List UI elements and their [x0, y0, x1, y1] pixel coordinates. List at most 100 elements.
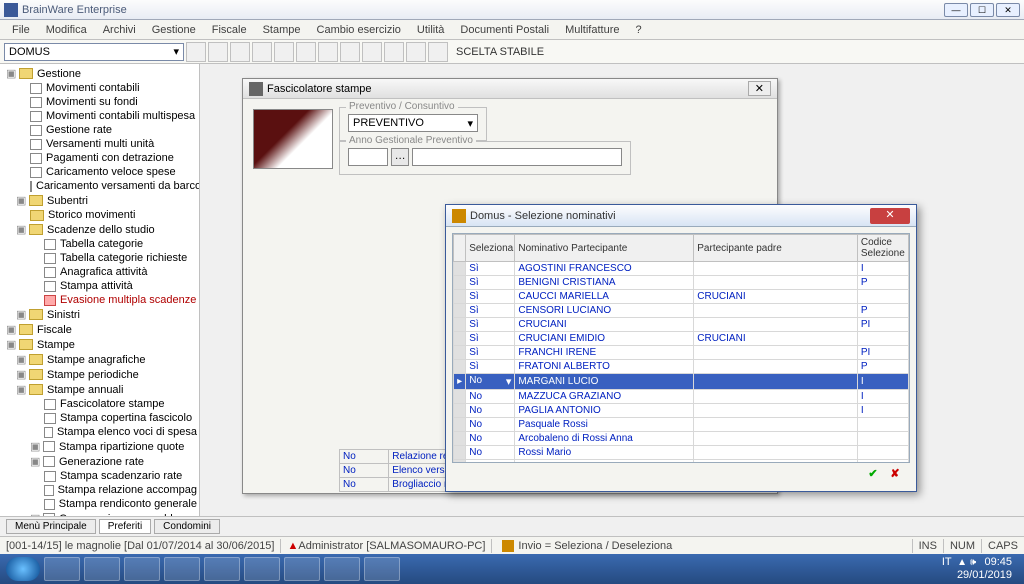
toolbar-btn-4[interactable]: [252, 42, 272, 62]
close-button[interactable]: ✕: [996, 3, 1020, 17]
cell[interactable]: MAZZUCA GRAZIANO: [515, 390, 694, 404]
taskbar-app[interactable]: [84, 557, 120, 581]
cell[interactable]: [694, 346, 858, 360]
cell[interactable]: CRUCIANI: [694, 332, 858, 346]
start-button[interactable]: [6, 557, 40, 581]
toolbar-btn-9[interactable]: [362, 42, 382, 62]
tree-item[interactable]: Tabella categorie: [59, 238, 143, 250]
table-row[interactable]: NoPasquale Rossi: [454, 418, 909, 432]
taskbar-app[interactable]: [204, 557, 240, 581]
menu-gestione[interactable]: Gestione: [144, 24, 204, 36]
taskbar-app[interactable]: [124, 557, 160, 581]
taskbar-app[interactable]: [284, 557, 320, 581]
dialog-close-button[interactable]: ✕: [870, 208, 910, 224]
cell[interactable]: CRUCIANI: [694, 290, 858, 304]
table-row[interactable]: NoMAZZUCA GRAZIANOI: [454, 390, 909, 404]
ok-button[interactable]: ✔: [864, 467, 882, 485]
taskbar-app[interactable]: [44, 557, 80, 581]
cell[interactable]: CAUCCI MARIELLA: [515, 290, 694, 304]
table-row[interactable]: NoPAGLIA ANTONIOI: [454, 404, 909, 418]
nav-tree[interactable]: ▣Gestione Movimenti contabili Movimenti …: [0, 64, 200, 516]
cell[interactable]: [857, 332, 908, 346]
toolbar-btn-1[interactable]: [186, 42, 206, 62]
tree-item[interactable]: Stampa scadenzario rate: [59, 470, 182, 482]
tree-scadenze[interactable]: Scadenze dello studio: [46, 224, 155, 236]
cell[interactable]: I: [857, 404, 908, 418]
toolbar-btn-2[interactable]: [208, 42, 228, 62]
cell[interactable]: No: [466, 446, 515, 460]
tree-item[interactable]: Movimenti contabili multispesa: [45, 110, 195, 122]
menu-utilita[interactable]: Utilità: [409, 24, 453, 36]
cell[interactable]: [694, 418, 858, 432]
cell[interactable]: [694, 374, 858, 390]
cell[interactable]: Rossi Mario: [515, 446, 694, 460]
cell[interactable]: [694, 276, 858, 290]
tree-item[interactable]: Tabella categorie richieste: [59, 252, 187, 264]
toolbar-btn-11[interactable]: [406, 42, 426, 62]
table-row[interactable]: SìBENIGNI CRISTIANAP: [454, 276, 909, 290]
cell[interactable]: Arcobaleno di Rossi Anna: [515, 432, 694, 446]
tree-item[interactable]: Stampe annuali: [46, 384, 123, 396]
menu-documenti[interactable]: Documenti Postali: [452, 24, 557, 36]
tree-item[interactable]: Stampe anagrafiche: [46, 354, 145, 366]
cell[interactable]: P: [857, 360, 908, 374]
cell[interactable]: Sì: [466, 262, 515, 276]
cell[interactable]: CENSORI LUCIANO: [515, 304, 694, 318]
nominativi-grid[interactable]: Seleziona Nominativo Partecipante Partec…: [452, 233, 910, 463]
minimize-button[interactable]: —: [944, 3, 968, 17]
menu-multifatture[interactable]: Multifatture: [557, 24, 627, 36]
menu-cambio[interactable]: Cambio esercizio: [309, 24, 409, 36]
table-row[interactable]: SìCRUCIANI EMIDIOCRUCIANI: [454, 332, 909, 346]
tree-item[interactable]: Stampa relazione accompag: [57, 484, 197, 496]
table-row[interactable]: NoRossi Mario: [454, 446, 909, 460]
menu-stampe[interactable]: Stampe: [255, 24, 309, 36]
toolbar-btn-10[interactable]: [384, 42, 404, 62]
tree-item[interactable]: Convocazione assemblea: [58, 513, 185, 517]
cell[interactable]: [694, 460, 858, 464]
cell[interactable]: No ▾: [466, 374, 515, 390]
taskbar-app[interactable]: [324, 557, 360, 581]
tree-item[interactable]: Anagrafica attività: [59, 266, 147, 278]
fascicolatore-close-button[interactable]: ✕: [748, 81, 771, 96]
toolbar-btn-3[interactable]: [230, 42, 250, 62]
cell[interactable]: MARGANI LUCIO: [515, 374, 694, 390]
taskbar-app[interactable]: [244, 557, 280, 581]
cell[interactable]: Sì: [466, 276, 515, 290]
tree-item[interactable]: Movimenti su fondi: [45, 96, 138, 108]
taskbar-app[interactable]: [164, 557, 200, 581]
cell[interactable]: PI: [857, 460, 908, 464]
tab-menu-principale[interactable]: Menù Principale: [6, 519, 96, 534]
tree-fiscale[interactable]: Fiscale: [36, 324, 72, 336]
cell[interactable]: Sì: [466, 318, 515, 332]
cell[interactable]: Sì: [466, 290, 515, 304]
tree-item[interactable]: Caricamento versamenti da barco: [35, 180, 200, 192]
cell[interactable]: P: [857, 304, 908, 318]
context-combo[interactable]: DOMUS ▾: [4, 43, 184, 61]
cell[interactable]: No: [466, 460, 515, 464]
tree-item[interactable]: Stampa copertina fascicolo: [59, 412, 192, 424]
tree-sinistri[interactable]: Sinistri: [46, 309, 80, 321]
tree-item[interactable]: Pagamenti con detrazione: [45, 152, 174, 164]
cell[interactable]: [857, 290, 908, 304]
table-row[interactable]: ▸No ▾MARGANI LUCIOI: [454, 374, 909, 390]
table-row[interactable]: SìFRANCHI IRENEPI: [454, 346, 909, 360]
cell[interactable]: Sì: [466, 304, 515, 318]
cell[interactable]: [694, 360, 858, 374]
toolbar-btn-6[interactable]: [296, 42, 316, 62]
cell[interactable]: PAGLIA ANTONIO: [515, 404, 694, 418]
cell[interactable]: [694, 262, 858, 276]
preventivo-dropdown[interactable]: PREVENTIVO ▾: [348, 114, 478, 132]
dialog-titlebar[interactable]: Domus - Selezione nominativi ✕: [446, 205, 916, 227]
tree-subentri[interactable]: Subentri: [46, 195, 88, 207]
tab-condomini[interactable]: Condomini: [154, 519, 220, 534]
cell[interactable]: Sì: [466, 332, 515, 346]
tree-item[interactable]: Generazione rate: [58, 456, 144, 468]
cell[interactable]: CRUCIANI EMIDIO: [515, 332, 694, 346]
cell[interactable]: FRANCHI IRENE: [515, 346, 694, 360]
table-row[interactable]: SìCENSORI LUCIANO P: [454, 304, 909, 318]
table-row[interactable]: NoArcobaleno di Rossi Anna: [454, 432, 909, 446]
table-row[interactable]: SìCAUCCI MARIELLACRUCIANI: [454, 290, 909, 304]
tree-item[interactable]: Caricamento veloce spese: [45, 166, 176, 178]
menu-file[interactable]: File: [4, 24, 38, 36]
cell[interactable]: P: [857, 276, 908, 290]
